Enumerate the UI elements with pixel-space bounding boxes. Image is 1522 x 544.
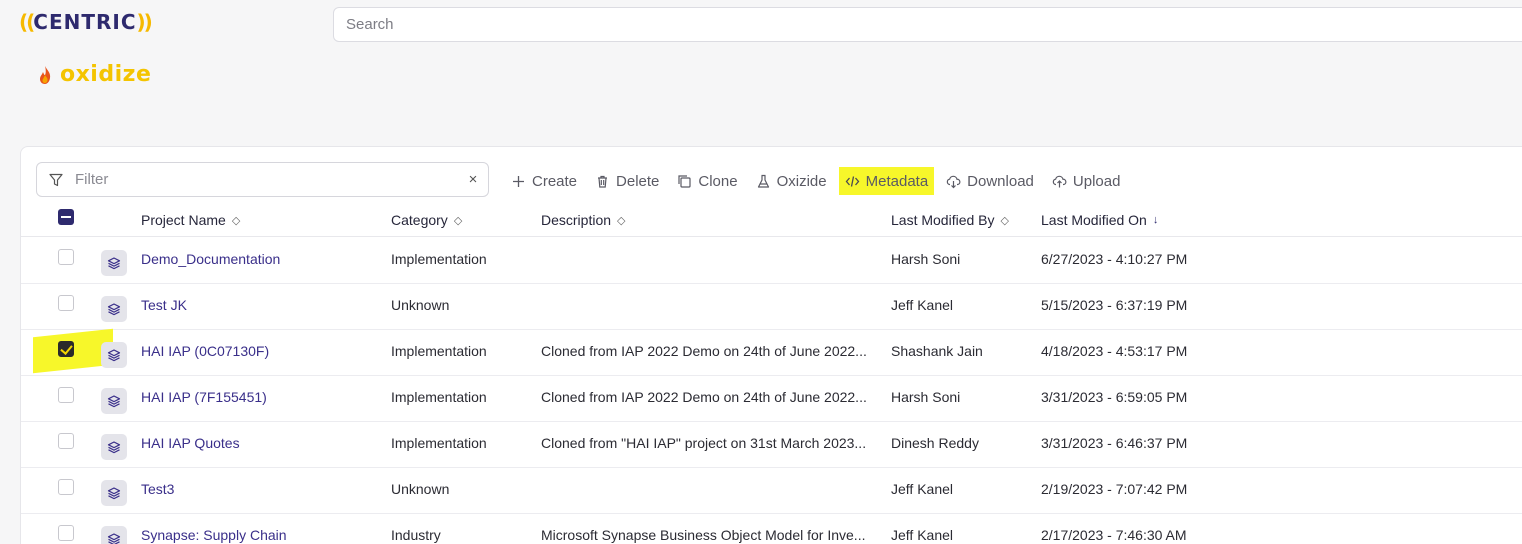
row-checkbox[interactable] xyxy=(58,295,74,311)
table-header: Project Name ◇ Category ◇ Description ◇ Las… xyxy=(21,203,1522,237)
sort-icon: ◇ xyxy=(453,214,463,227)
download-button[interactable]: Download xyxy=(940,167,1040,195)
table-row[interactable]: Synapse: Supply Chain Industry Microsoft S… xyxy=(21,514,1522,544)
header-last-modified-on[interactable]: Last Modified On ↓ xyxy=(1041,212,1158,228)
logo-text: CENTRIC xyxy=(33,10,137,34)
modified-on-cell: 4/18/2023 - 4:53:17 PM xyxy=(1041,343,1188,359)
project-name-link[interactable]: Synapse: Supply Chain xyxy=(141,527,287,543)
delete-button[interactable]: Delete xyxy=(589,167,665,195)
filter-box[interactable]: × xyxy=(36,162,489,197)
row-checkbox[interactable] xyxy=(58,479,74,495)
global-search[interactable] xyxy=(333,7,1522,42)
project-name-link[interactable]: HAI IAP (7F155451) xyxy=(141,389,267,405)
clear-filter-icon[interactable]: × xyxy=(458,171,488,188)
flask-icon xyxy=(757,174,769,188)
project-name-link[interactable]: HAI IAP (0C07130F) xyxy=(141,343,269,359)
description-cell: Cloned from "HAI IAP" project on 31st Ma… xyxy=(541,435,867,451)
modified-by-cell: Jeff Kanel xyxy=(891,297,954,313)
row-checkbox[interactable] xyxy=(58,249,74,265)
row-checkbox[interactable] xyxy=(58,433,74,449)
table-row[interactable]: HAI IAP (7F155451) Implementation Cloned f… xyxy=(21,376,1522,422)
search-input[interactable] xyxy=(334,8,1522,41)
modified-by-cell: Dinesh Reddy xyxy=(891,435,979,451)
toolbar: Create Delete Clone Oxizide Metadata Dow… xyxy=(505,167,1132,195)
modified-by-cell: Shashank Jain xyxy=(891,343,983,359)
app-brand: oxidize xyxy=(38,62,151,87)
clone-button[interactable]: Clone xyxy=(671,167,743,195)
description-cell: Cloned from IAP 2022 Demo on 24th of Jun… xyxy=(541,389,867,405)
category-cell: Industry xyxy=(391,527,441,543)
centric-logo: ((CENTRIC)) xyxy=(19,10,153,34)
project-layers-icon[interactable] xyxy=(101,434,127,460)
category-cell: Implementation xyxy=(391,343,487,359)
project-layers-icon[interactable] xyxy=(101,526,127,544)
project-name-link[interactable]: Test3 xyxy=(141,481,174,497)
modified-by-cell: Harsh Soni xyxy=(891,389,961,405)
modified-on-cell: 2/17/2023 - 7:46:30 AM xyxy=(1041,527,1187,543)
modified-by-cell: Jeff Kanel xyxy=(891,481,954,497)
header-last-modified-by[interactable]: Last Modified By ◇ xyxy=(891,212,1009,228)
project-layers-icon[interactable] xyxy=(101,480,127,506)
trash-icon xyxy=(598,175,608,188)
category-cell: Implementation xyxy=(391,251,487,267)
copy-icon xyxy=(678,174,691,188)
category-cell: Unknown xyxy=(391,297,450,313)
cloud-upload-icon xyxy=(1052,175,1067,187)
sort-icon: ◇ xyxy=(231,214,241,227)
filter-icon xyxy=(49,173,63,186)
oxizide-button[interactable]: Oxizide xyxy=(750,167,833,195)
description-cell: Cloned from IAP 2022 Demo on 24th of Jun… xyxy=(541,343,867,359)
row-checkbox[interactable] xyxy=(58,387,74,403)
project-layers-icon[interactable] xyxy=(101,342,127,368)
plus-icon xyxy=(513,175,524,187)
modified-by-cell: Harsh Soni xyxy=(891,251,961,267)
row-checkbox[interactable] xyxy=(58,525,74,541)
select-all-checkbox[interactable] xyxy=(58,209,74,225)
description-cell: Microsoft Synapse Business Object Model … xyxy=(541,527,866,543)
metadata-button[interactable]: Metadata xyxy=(838,167,935,195)
header-category[interactable]: Category ◇ xyxy=(391,212,462,228)
table-row[interactable]: HAI IAP Quotes Implementation Cloned from … xyxy=(21,422,1522,468)
code-icon xyxy=(845,175,859,187)
project-name-link[interactable]: HAI IAP Quotes xyxy=(141,435,240,451)
table-row[interactable]: Test JK Unknown Jeff Kanel 5/15/2023 - 6:37… xyxy=(21,284,1522,330)
category-cell: Implementation xyxy=(391,435,487,451)
modified-on-cell: 3/31/2023 - 6:59:05 PM xyxy=(1041,389,1188,405)
modified-by-cell: Jeff Kanel xyxy=(891,527,954,543)
create-button[interactable]: Create xyxy=(505,167,583,195)
header-project-name[interactable]: Project Name ◇ xyxy=(141,212,240,228)
project-name-link[interactable]: Test JK xyxy=(141,297,187,313)
row-checkbox[interactable] xyxy=(58,341,74,357)
cloud-download-icon xyxy=(946,175,961,188)
table-row[interactable]: Demo_Documentation Implementation Harsh So… xyxy=(21,238,1522,284)
sort-icon: ◇ xyxy=(617,214,626,227)
sort-descending-icon: ↓ xyxy=(1152,214,1159,226)
upload-button[interactable]: Upload xyxy=(1046,167,1127,195)
category-cell: Unknown xyxy=(391,481,450,497)
flame-icon xyxy=(40,65,51,84)
table-row[interactable]: Test3 Unknown Jeff Kanel 2/19/2023 - 7:07:4… xyxy=(21,468,1522,514)
category-cell: Implementation xyxy=(391,389,487,405)
modified-on-cell: 5/15/2023 - 6:37:19 PM xyxy=(1041,297,1188,313)
project-layers-icon[interactable] xyxy=(101,388,127,414)
header-description[interactable]: Description ◇ xyxy=(541,212,626,228)
sort-icon: ◇ xyxy=(1000,214,1009,227)
brand-name: oxidize xyxy=(60,62,152,87)
modified-on-cell: 2/19/2023 - 7:07:42 PM xyxy=(1041,481,1188,497)
projects-panel: × Create Delete Clone Oxizide Metadata D… xyxy=(20,146,1522,544)
project-layers-icon[interactable] xyxy=(101,296,127,322)
filter-input[interactable] xyxy=(63,163,458,196)
modified-on-cell: 6/27/2023 - 4:10:27 PM xyxy=(1041,251,1188,267)
project-layers-icon[interactable] xyxy=(101,250,127,276)
project-name-link[interactable]: Demo_Documentation xyxy=(141,251,280,267)
table-row[interactable]: HAI IAP (0C07130F) Implementation Cloned f… xyxy=(21,328,1522,376)
modified-on-cell: 3/31/2023 - 6:46:37 PM xyxy=(1041,435,1188,451)
